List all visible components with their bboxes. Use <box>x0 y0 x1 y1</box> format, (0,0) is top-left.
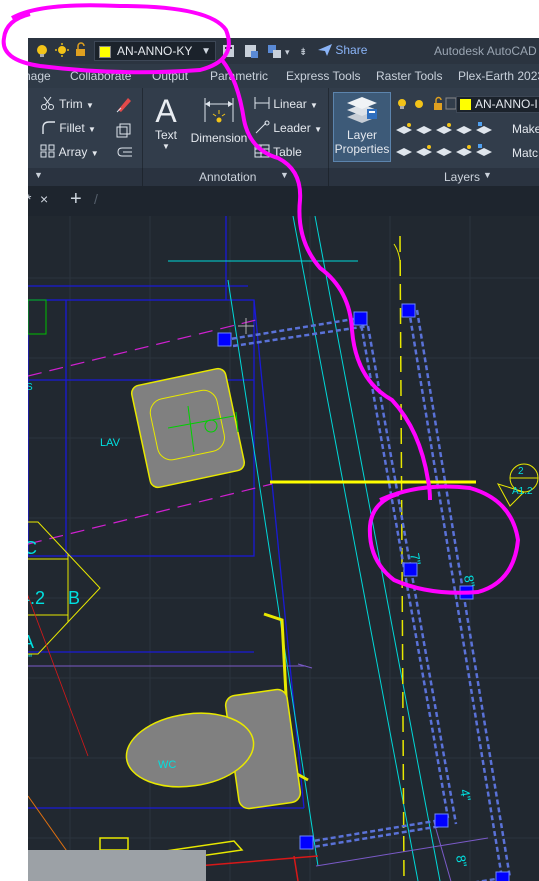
markup-annotations <box>1 3 521 595</box>
circle-markup-layer-dropdown <box>1 3 231 75</box>
connector-markup <box>220 58 432 501</box>
circle-markup-dimensions <box>367 484 521 595</box>
